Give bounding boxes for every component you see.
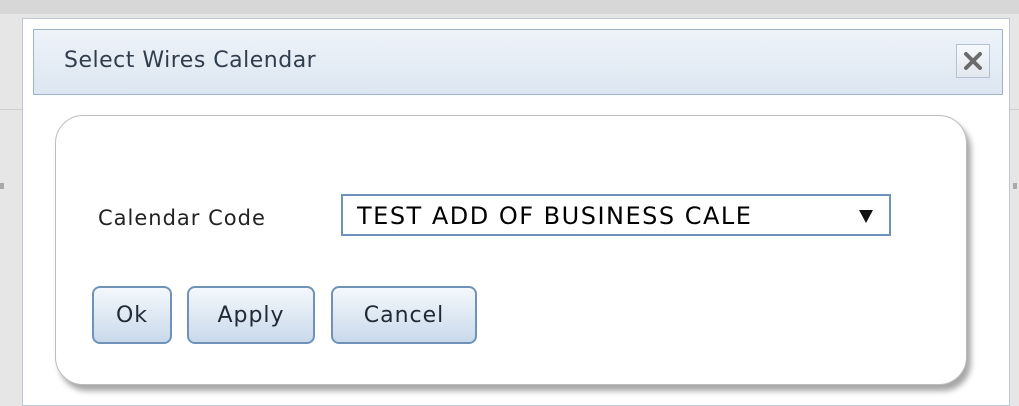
cancel-button[interactable]: Cancel (331, 286, 477, 344)
dialog-title: Select Wires Calendar (64, 48, 317, 73)
close-icon (963, 51, 983, 71)
select-wires-calendar-dialog: Select Wires Calendar Calendar Code TEST… (22, 18, 1010, 406)
ok-button[interactable]: Ok (92, 286, 172, 344)
calendar-code-label: Calendar Code (98, 206, 266, 230)
calendar-code-select[interactable]: TEST ADD OF BUSINESS CALE (341, 194, 891, 236)
apply-button[interactable]: Apply (187, 286, 315, 344)
calendar-code-value: TEST ADD OF BUSINESS CALE (357, 202, 753, 230)
background-header-strip (0, 0, 1019, 14)
close-button[interactable] (956, 44, 990, 78)
dropdown-arrow-icon[interactable] (859, 210, 873, 223)
background-tick-right (1013, 183, 1017, 189)
calendar-form-panel: Calendar Code TEST ADD OF BUSINESS CALE … (55, 115, 967, 385)
background-tick-left (0, 183, 4, 189)
dialog-titlebar[interactable]: Select Wires Calendar (33, 29, 1003, 95)
